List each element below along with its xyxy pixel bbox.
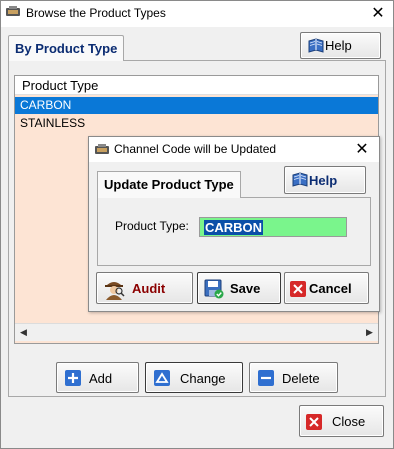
horizontal-scrollbar[interactable]: ◀ ▶ (15, 323, 378, 341)
cancel-x-icon (290, 281, 306, 297)
help-label: Help (325, 38, 352, 53)
save-label: Save (230, 281, 261, 296)
minus-icon (258, 370, 274, 386)
save-disk-icon (204, 279, 224, 299)
help-button[interactable]: Help (300, 32, 381, 59)
tab-label: By Product Type (15, 41, 118, 56)
delete-label: Delete (282, 371, 320, 386)
dialog-help-button[interactable]: Help (284, 166, 366, 194)
window-close-icon[interactable]: ✕ (367, 3, 389, 23)
list-header[interactable]: Product Type (15, 76, 378, 95)
dialog-title: Channel Code will be Updated (114, 142, 277, 156)
scroll-left-icon[interactable]: ◀ (15, 324, 32, 341)
list-item[interactable]: CARBON (15, 97, 378, 114)
dialog-app-icon (95, 144, 109, 156)
save-button[interactable]: Save (197, 272, 281, 304)
close-x-icon (306, 414, 322, 430)
change-button[interactable]: Change (145, 362, 243, 393)
dialog-tab-label: Update Product Type (104, 177, 234, 192)
column-header-product-type: Product Type (22, 78, 99, 93)
close-label: Close (332, 414, 366, 429)
tab-by-product-type[interactable]: By Product Type (8, 35, 124, 62)
add-button[interactable]: Add (56, 362, 139, 393)
list-item[interactable]: STAINLESS (15, 115, 378, 132)
dialog-close-icon[interactable]: ✕ (351, 139, 373, 159)
help-book-icon (307, 38, 325, 54)
app-icon (6, 6, 20, 18)
change-label: Change (180, 371, 226, 386)
list-item-label: CARBON (20, 98, 72, 112)
plus-icon (65, 370, 81, 386)
list-item-label: STAINLESS (20, 116, 86, 130)
tab-update-product-type[interactable]: Update Product Type (97, 171, 241, 198)
change-triangle-icon (154, 370, 170, 386)
product-type-label: Product Type: (115, 219, 189, 233)
product-type-value: CARBON (204, 220, 264, 235)
dialog-help-label: Help (309, 173, 338, 188)
window-title: Browse the Product Types (26, 6, 166, 20)
product-type-input[interactable]: CARBON (199, 217, 347, 237)
scroll-right-icon[interactable]: ▶ (361, 324, 378, 341)
help-book-icon (291, 172, 309, 188)
add-label: Add (89, 371, 113, 386)
detective-icon (102, 276, 126, 300)
audit-label: Audit (132, 281, 166, 296)
audit-button[interactable]: Audit (96, 272, 193, 304)
cancel-button[interactable]: Cancel (284, 272, 369, 304)
close-button[interactable]: Close (299, 405, 384, 437)
cancel-label: Cancel (309, 281, 352, 296)
delete-button[interactable]: Delete (249, 362, 338, 393)
